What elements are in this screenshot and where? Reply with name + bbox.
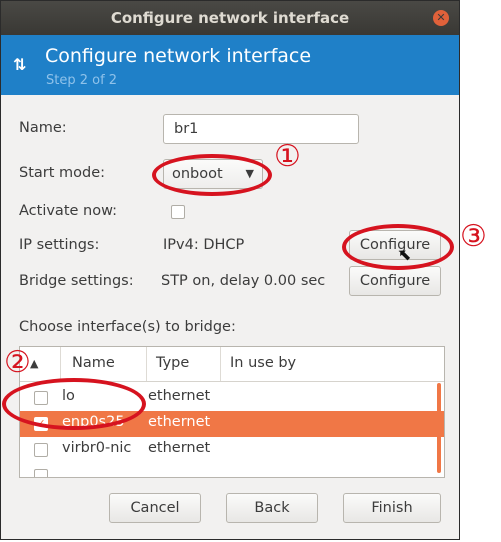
window-title: Configure network interface xyxy=(110,9,350,27)
activate-now-checkbox[interactable] xyxy=(171,205,185,219)
back-button[interactable]: Back xyxy=(226,493,318,523)
dialog-header: ⇅ Configure network interface Step 2 of … xyxy=(1,35,459,95)
row-type: ethernet xyxy=(148,414,211,430)
cancel-button[interactable]: Cancel xyxy=(109,493,201,523)
scrollbar[interactable] xyxy=(437,383,441,473)
column-header-name[interactable]: Name xyxy=(72,355,115,371)
start-mode-label: Start mode: xyxy=(19,165,106,181)
choose-interfaces-label: Choose interface(s) to bridge: xyxy=(19,319,236,335)
bridge-settings-label: Bridge settings: xyxy=(19,273,134,289)
bridge-settings-value: STP on, delay 0.00 sec xyxy=(161,273,326,289)
row-type: ethernet xyxy=(148,388,211,404)
ip-settings-label: IP settings: xyxy=(19,237,100,253)
header-title: Configure network interface xyxy=(45,45,312,67)
configure-network-dialog: Configure network interface ✕ ⇅ Configur… xyxy=(0,0,460,540)
up-down-arrows-icon: ⇅ xyxy=(13,55,27,74)
close-icon[interactable]: ✕ xyxy=(433,10,449,26)
step-indicator: Step 2 of 2 xyxy=(46,73,118,88)
sort-arrow-icon[interactable]: ▲ xyxy=(30,357,38,370)
annotation-oval-2 xyxy=(2,378,146,430)
annotation-number-3: ③ xyxy=(460,219,487,254)
name-input[interactable]: br1 xyxy=(163,114,359,144)
window-titlebar: Configure network interface ✕ xyxy=(1,1,459,35)
activate-now-label: Activate now: xyxy=(19,203,118,219)
annotation-number-2: ② xyxy=(4,345,31,380)
finish-button[interactable]: Finish xyxy=(343,493,441,523)
annotation-number-1: ① xyxy=(274,139,301,174)
ip-settings-value: IPv4: DHCP xyxy=(163,237,245,253)
annotation-oval-1 xyxy=(152,154,272,196)
row-checkbox[interactable] xyxy=(34,443,48,457)
table-header: ▲ Name Type In use by xyxy=(20,347,444,382)
row-checkbox-partial[interactable] xyxy=(34,469,48,477)
bridge-configure-button[interactable]: Configure xyxy=(349,266,441,296)
name-label: Name: xyxy=(19,120,67,136)
mouse-cursor-icon: ⬉ xyxy=(398,245,412,264)
row-type: ethernet xyxy=(148,440,211,456)
row-name: virbr0-nic xyxy=(62,440,132,456)
column-header-type[interactable]: Type xyxy=(156,355,189,371)
table-row[interactable]: virbr0-nic ethernet xyxy=(20,437,444,463)
column-header-in-use-by[interactable]: In use by xyxy=(230,355,296,371)
